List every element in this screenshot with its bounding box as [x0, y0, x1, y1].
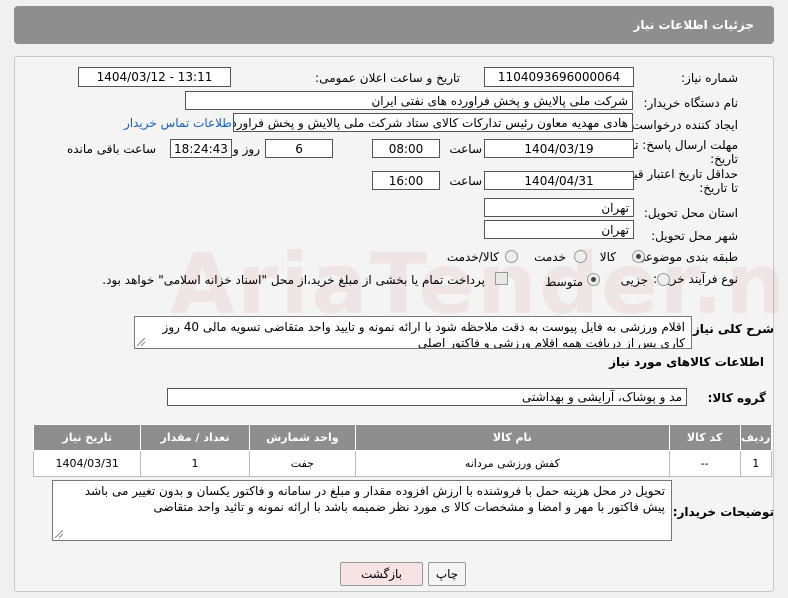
reply-deadline-label: مهلت ارسال پاسخ: تا: [631, 138, 738, 152]
table-row[interactable]: 1 -- کفش ورزشی مردانه جفت 1 1404/03/31: [32, 450, 773, 477]
reply-time-label: ساعت: [449, 142, 482, 156]
resize-handle[interactable]: [137, 338, 145, 346]
province-label: استان محل تحویل:: [643, 206, 738, 220]
goods-table-header: ردیف کد کالا نام کالا واحد شمارش تعداد /…: [32, 424, 773, 451]
col-code: کد کالا: [668, 424, 741, 451]
cell-code: --: [668, 450, 741, 477]
category-radio-both[interactable]: [505, 250, 518, 263]
cell-unit: جفت: [248, 450, 357, 477]
cell-date: 1404/03/31: [32, 450, 142, 477]
print-button[interactable]: چاپ: [428, 562, 466, 586]
resize-handle[interactable]: [55, 530, 63, 538]
announce-field[interactable]: 1404/03/12 - 13:11: [78, 67, 231, 87]
reply-time-field[interactable]: 08:00: [372, 139, 440, 158]
category-radio-goods[interactable]: [632, 250, 645, 263]
price-date-field[interactable]: 1404/04/31: [484, 171, 634, 190]
days-label: روز و: [233, 142, 260, 156]
creator-field[interactable]: هادی مهدیه معاون رئیس تدارکات کالای ستاد…: [233, 113, 633, 132]
price-time-label: ساعت: [449, 174, 482, 188]
description-label: شرح کلی نیاز:: [688, 322, 774, 336]
col-unit: واحد شمارش: [248, 424, 357, 451]
days-field[interactable]: 6: [265, 139, 333, 158]
remaining-label: ساعت باقی مانده: [66, 142, 156, 156]
col-date: تاریخ نیاز: [32, 424, 142, 451]
col-qty: تعداد / مقدار: [140, 424, 250, 451]
price-time-field[interactable]: 16:00: [372, 171, 440, 190]
description-text: اقلام ورزشی به فایل پیوست به دقت ملاحظه …: [162, 320, 685, 349]
payment-note: پرداخت تمام یا بخشی از مبلغ خرید،از محل …: [102, 273, 485, 287]
cell-name: کفش ورزشی مردانه: [355, 450, 670, 477]
city-label: شهر محل تحویل:: [651, 229, 738, 243]
buyer-org-label: نام دستگاه خریدار:: [643, 96, 739, 110]
need-number-field[interactable]: 1104093696000064: [484, 67, 634, 87]
buyer-notes-text: تحویل در محل هزینه حمل با فروشنده با ارز…: [84, 484, 665, 514]
city-field[interactable]: تهران: [484, 220, 634, 239]
page-header: جزئیات اطلاعات نیاز: [14, 6, 774, 44]
process-radio-minor[interactable]: [657, 273, 670, 286]
process-radio-medium[interactable]: [587, 273, 600, 286]
back-button[interactable]: بازگشت: [340, 562, 423, 586]
category-option-goods: کالا: [599, 250, 616, 264]
process-option-medium: متوسط: [545, 275, 583, 289]
col-row: ردیف: [739, 424, 773, 451]
province-field[interactable]: تهران: [484, 198, 634, 217]
description-textarea[interactable]: اقلام ورزشی به فایل پیوست به دقت ملاحظه …: [134, 316, 692, 349]
cell-qty: 1: [140, 450, 250, 477]
category-label: طبقه بندی موضوعی:: [631, 250, 738, 264]
buyer-contact-link[interactable]: اطلاعات تماس خریدار: [124, 116, 235, 130]
page-title: جزئیات اطلاعات نیاز: [633, 18, 754, 32]
price-deadline-label-2: تا تاریخ:: [699, 181, 738, 195]
buyer-notes-textarea[interactable]: تحویل در محل هزینه حمل با فروشنده با ارز…: [52, 480, 672, 541]
col-name: نام کالا: [355, 424, 670, 451]
category-option-service: خدمت: [534, 250, 566, 264]
buyer-org-field[interactable]: شرکت ملی پالایش و پخش فراورده های نفتی ا…: [185, 91, 633, 110]
need-number-label: شماره نیاز:: [681, 71, 738, 85]
goods-group-label: گروه کالا:: [707, 391, 766, 405]
category-radio-service[interactable]: [574, 250, 587, 263]
remaining-time-field[interactable]: 18:24:43: [170, 139, 232, 158]
goods-table: ردیف کد کالا نام کالا واحد شمارش تعداد /…: [32, 424, 773, 477]
announce-label: تاریخ و ساعت اعلان عمومی:: [315, 71, 460, 85]
cell-row: 1: [739, 450, 773, 477]
category-option-both: کالا/خدمت: [446, 250, 499, 264]
reply-date-field[interactable]: 1404/03/19: [484, 139, 634, 158]
creator-label: ایجاد کننده درخواست:: [627, 118, 738, 132]
process-option-minor: جزیی: [620, 273, 648, 287]
goods-section-title: اطلاعات کالاهای مورد نیاز: [609, 355, 764, 369]
payment-checkbox[interactable]: [495, 272, 508, 285]
buyer-notes-label: توضیحات خریدار:: [672, 505, 774, 519]
goods-group-field[interactable]: مد و پوشاک، آرایشی و بهداشتی: [167, 388, 687, 406]
reply-deadline-label-2: تاریخ:: [710, 152, 738, 166]
